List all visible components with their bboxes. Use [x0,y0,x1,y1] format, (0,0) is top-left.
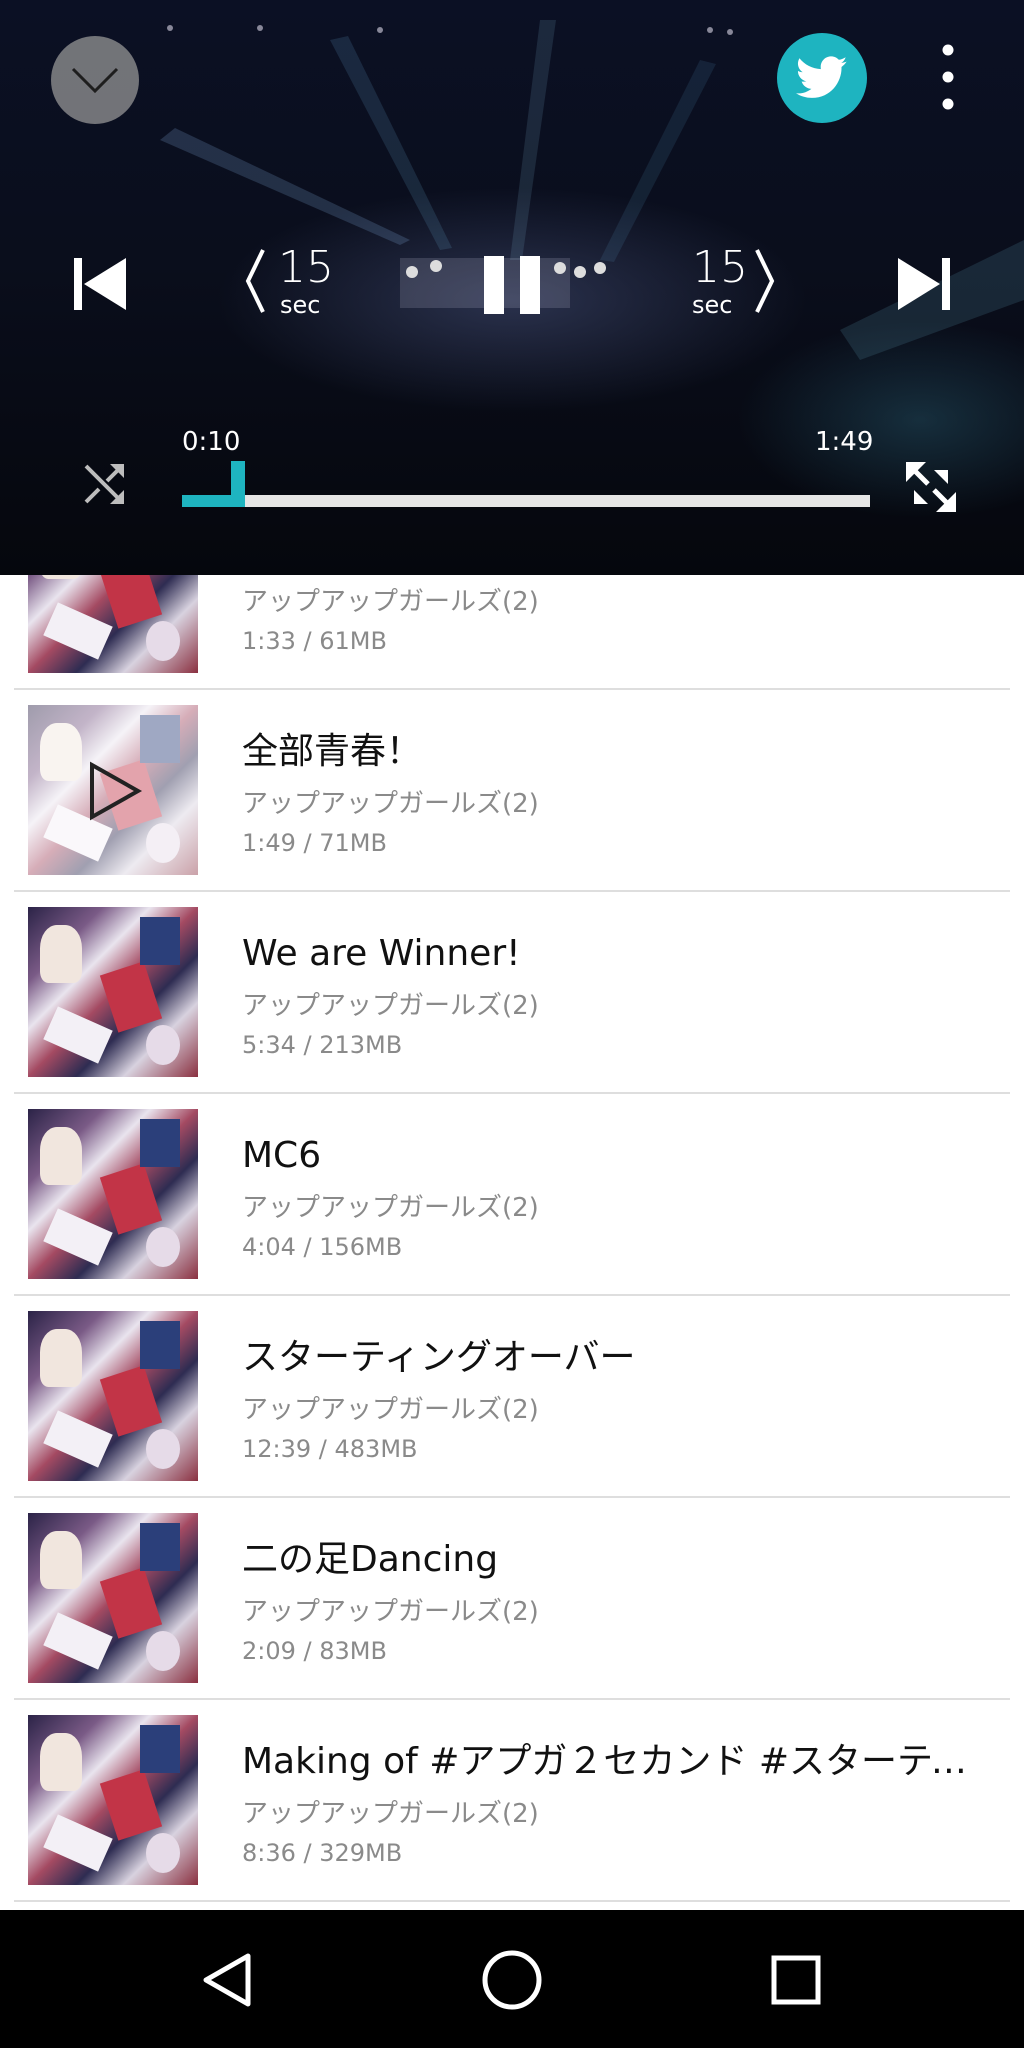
back-icon [203,1953,251,2007]
recents-icon [771,1955,821,2005]
track-artist: アップアップガールズ(2) [242,1193,539,1223]
track-row-now-playing[interactable]: 全部青春！ アップアップガールズ(2) 1:49 / 71MB [14,690,1010,892]
total-time: 1:49 [815,427,874,457]
track-duration-size: 4:04 / 156MB [242,1233,403,1261]
nav-recents-button[interactable] [764,1948,828,2012]
play-icon [90,761,143,821]
fullscreen-icon [906,462,956,512]
fullscreen-button[interactable] [904,460,958,514]
track-title: スターティングオーバー [242,1337,636,1378]
album-art [28,1109,198,1279]
track-artist: アップアップガールズ(2) [242,991,539,1021]
pause-button[interactable] [480,252,544,318]
track-row[interactable]: 二の足Dancing アップアップガールズ(2) 2:09 / 83MB [14,1498,1010,1700]
track-row[interactable]: We are Winner! アップアップガールズ(2) 5:34 / 213M… [14,892,1010,1094]
track-duration-size: 12:39 / 483MB [242,1435,418,1463]
track-duration-size: 1:49 / 71MB [242,829,387,857]
track-duration-size: 1:33 / 61MB [242,627,387,655]
seek-thumb[interactable] [231,461,245,507]
chevron-right-icon [755,249,775,313]
rewind-15-button[interactable]: 15 sec [244,244,340,324]
chevron-down-icon [71,67,119,94]
nav-home-button[interactable] [480,1948,544,2012]
forward-unit: sec [692,291,733,319]
track-list[interactable]: アップアップガールズ(2) 1:33 / 61MB 全部青春！ アップアップガー… [0,575,1024,1910]
track-title: We are Winner! [242,933,521,974]
forward-amount: 15 [692,242,748,293]
track-title: MC6 [242,1135,322,1176]
track-artist: アップアップガールズ(2) [242,587,539,617]
track-title: Making of #アプガ２セカンド #スターティ… [242,1741,1002,1782]
track-duration-size: 2:09 / 83MB [242,1637,387,1665]
twitter-share-button[interactable] [777,33,867,123]
album-art [28,705,198,875]
system-nav-bar [0,1910,1024,2048]
next-track-button[interactable] [896,252,952,316]
track-row[interactable]: MC6 アップアップガールズ(2) 4:04 / 156MB [14,1094,1010,1296]
home-icon [482,1950,542,2010]
track-row[interactable]: Making of #アプガ２セカンド #スターティ… アップアップガールズ(2… [14,1700,1010,1902]
album-art [28,575,198,673]
current-time: 0:10 [182,427,241,457]
track-row[interactable]: スターティングオーバー アップアップガールズ(2) 12:39 / 483MB [14,1296,1010,1498]
twitter-icon [796,56,848,98]
skip-previous-icon [74,258,126,310]
rewind-amount: 15 [278,242,334,293]
collapse-button[interactable] [51,36,139,124]
track-row[interactable] [14,1902,1010,1910]
track-title: 全部青春！ [242,731,423,772]
previous-track-button[interactable] [72,252,128,316]
album-art [28,1715,198,1885]
track-title: 二の足Dancing [242,1539,499,1580]
track-duration-size: 5:34 / 213MB [242,1031,403,1059]
track-artist: アップアップガールズ(2) [242,1395,539,1425]
track-artist: アップアップガールズ(2) [242,1597,539,1627]
album-art [28,1311,198,1481]
skip-next-icon [898,258,950,310]
track-row[interactable]: アップアップガールズ(2) 1:33 / 61MB [14,575,1010,690]
nav-back-button[interactable] [196,1948,260,2012]
shuffle-icon [84,464,124,504]
rewind-unit: sec [280,291,321,319]
album-art [28,1513,198,1683]
track-artist: アップアップガールズ(2) [242,1799,539,1829]
more-options-button[interactable] [930,40,966,120]
seek-bar[interactable] [182,461,870,507]
track-duration-size: 8:36 / 329MB [242,1839,403,1867]
video-player[interactable]: 15 sec 15 sec 0:10 1:49 [0,0,1024,575]
album-art [28,907,198,1077]
forward-15-button[interactable]: 15 sec [688,244,784,324]
track-artist: アップアップガールズ(2) [242,789,539,819]
more-vertical-icon [942,44,954,110]
shuffle-button[interactable] [82,462,126,506]
chevron-left-icon [245,249,265,313]
